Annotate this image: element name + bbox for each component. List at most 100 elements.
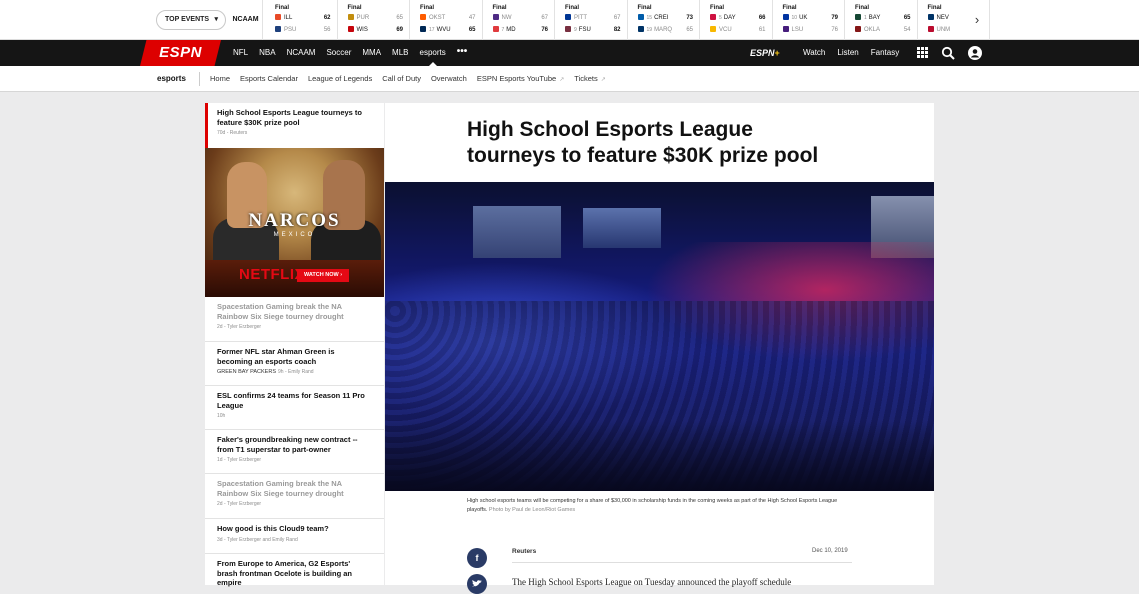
nav-link-soccer[interactable]: Soccer [326,40,351,66]
subnav-esports-calendar[interactable]: Esports Calendar [240,66,298,93]
chevron-right-icon[interactable]: › [968,10,986,30]
team-row: 15 CREI 73 [637,12,695,24]
score-card[interactable]: Final 15 CREI 73 19 MARQ 65 [628,0,700,40]
headline-meta: GREEN BAY PACKERS 9h - Emily Rand [217,369,372,375]
score-card[interactable]: Final NW 67 7 MD 76 [483,0,555,40]
team-name: DAY [723,15,736,21]
score-card[interactable]: Final OKST 47 17 WVU 65 [410,0,483,40]
team-row: ILL 62 [275,12,332,24]
headline-tag[interactable]: GREEN BAY PACKERS [217,369,276,375]
team-score: 76 [831,27,838,33]
headline-meta: 10h [217,413,226,419]
facebook-share-icon[interactable]: f [467,548,487,568]
team-score: 79 [831,15,838,21]
sidebar-headline[interactable]: Spacestation Gaming break the NA Rainbow… [205,297,384,342]
game-status: Final [492,5,507,11]
score-card[interactable]: Final PITT 67 9 FSU 82 [555,0,628,40]
subnav-home[interactable]: Home [210,66,230,93]
sidebar-headline[interactable]: ESL confirms 24 teams for Season 11 Pro … [205,386,384,430]
nav-link-ncaam[interactable]: NCAAM [287,40,316,66]
nav-watch[interactable]: Watch [803,40,825,66]
netflix-advertisement[interactable]: NARCOS MEXICO NETFLIX WATCH NOW › [205,148,384,297]
score-card[interactable]: Final ILL 62 PSU 56 [265,0,338,40]
team-row: PITT 67 [565,12,622,24]
team-logo-icon [492,26,499,32]
nav-link-nfl[interactable]: NFL [233,40,248,66]
ad-subtitle: MEXICO [273,232,316,238]
more-icon[interactable]: ••• [457,40,468,66]
team-score: 47 [468,15,476,21]
headline-title: Spacestation Gaming break the NA Rainbow… [217,479,344,498]
team-name: WIS [356,27,368,33]
team-logo-icon [347,14,354,20]
team-score: 65 [903,15,911,21]
team-score: 66 [758,15,766,21]
sidebar-headline[interactable]: Spacestation Gaming break the NA Rainbow… [205,474,384,519]
team-rank: 19 [646,27,653,33]
twitter-share-icon[interactable] [467,574,487,594]
nav-link-mlb[interactable]: MLB [392,40,408,66]
team-row: 10 UK 79 [782,12,840,24]
apps-grid-icon[interactable] [917,47,928,58]
watch-now-button[interactable]: WATCH NOW › [297,269,349,282]
external-link-icon: ↗ [600,77,606,83]
sidebar-headline-current[interactable]: High School Esports League tourneys to f… [205,103,384,148]
game-status: Final [782,5,797,11]
sidebar-headline[interactable]: Faker's groundbreaking new contract -- f… [205,430,384,474]
article-source[interactable]: Reuters [512,548,536,555]
chevron-down-icon: ▾ [214,16,218,23]
subnav-tickets[interactable]: Tickets ↗ [574,66,606,93]
espn-plus-logo[interactable]: ESPN+ [750,40,780,66]
team-name: CREI [654,15,669,21]
nav-listen[interactable]: Listen [837,40,858,66]
team-row: OKST 47 [420,12,477,24]
subnav-overwatch[interactable]: Overwatch [431,66,467,93]
search-icon[interactable] [941,46,955,60]
team-row: 9 FSU 82 [565,24,622,36]
section-brand[interactable]: esports [157,66,186,92]
team-score: 56 [323,27,331,33]
user-profile-icon[interactable] [968,46,982,60]
subnav-youtube[interactable]: ESPN Esports YouTube ↗ [477,66,564,93]
espn-logo[interactable]: ESPN [140,40,221,66]
sidebar-headline[interactable]: Former NFL star Ahman Green is becoming … [205,342,384,386]
scoreboard-league[interactable]: NCAAM [229,0,263,40]
ad-title: NARCOS [248,210,341,231]
subnav-league-of-legends[interactable]: League of Legends [308,66,372,93]
nav-link-nba[interactable]: NBA [259,40,275,66]
score-card[interactable]: Final 1 BAY 65 OKLA 54 [845,0,918,40]
score-card[interactable]: Final 5 DAY 66 VCU 61 [700,0,773,40]
team-name: FSU [578,27,591,33]
score-card[interactable]: Final 10 UK 79 LSU 76 [773,0,845,40]
team-name: UK [799,15,808,21]
team-name: PSU [284,27,297,33]
team-logo-icon [275,14,281,20]
sidebar-headline[interactable]: From Europe to America, G2 Esports' bras… [205,554,384,594]
team-row: NW 67 [492,12,550,24]
nav-fantasy[interactable]: Fantasy [871,40,899,66]
team-logo-icon [782,14,789,20]
netflix-logo: NETFLIX [239,266,305,283]
team-row: 7 MD 76 [492,24,550,36]
divider [199,72,200,86]
headline-meta: 3d - Tyler Erzberger and Emily Rand [217,536,298,543]
nav-link-esports[interactable]: esports [420,40,446,66]
team-logo-icon [565,14,571,20]
sidebar-headline[interactable]: How good is this Cloud9 team? 3d - Tyler… [205,519,384,554]
nav-link-mma[interactable]: MMA [362,40,381,66]
game-status: Final [347,5,362,11]
team-logo-icon [420,26,426,32]
team-logo-icon [637,26,644,32]
top-events-dropdown[interactable]: TOP EVENTS ▾ [156,10,226,30]
team-row: 5 DAY 66 [710,12,767,24]
team-rank: 15 [646,15,653,21]
external-link-icon: ↗ [559,77,565,83]
team-row: PSU 56 [275,24,332,36]
score-card[interactable]: Final PUR 65 WIS 69 [338,0,410,40]
team-rank: 1 [864,15,867,21]
team-score: 82 [613,27,621,33]
subnav-call-of-duty[interactable]: Call of Duty [382,66,421,93]
game-status: Final [275,5,290,11]
game-status: Final [710,5,725,11]
team-name: OKLA [864,27,881,33]
